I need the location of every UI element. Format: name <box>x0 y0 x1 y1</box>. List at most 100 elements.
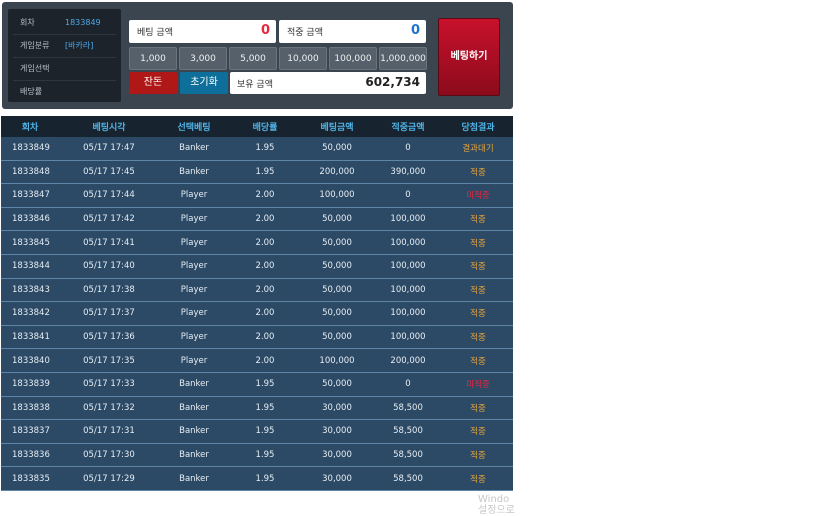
cell-selection: Player <box>180 261 208 272</box>
cell-result: 미적중 <box>466 191 490 202</box>
cell-selection: Player <box>180 237 208 248</box>
cell-odds: 2.00 <box>255 237 275 248</box>
cell-result: 적중 <box>470 427 486 438</box>
cell-odds: 1.95 <box>255 426 275 437</box>
header-odds: 배당률 <box>252 123 278 133</box>
cell-bet-amount: 50,000 <box>322 143 352 154</box>
cell-round: 1833839 <box>12 379 50 390</box>
place-bet-button[interactable]: 베팅하기 <box>438 18 500 96</box>
holding-amount-field: 보유 금액 602,734 <box>230 72 426 94</box>
watermark-line: Windo <box>478 494 510 505</box>
cell-bet-time: 05/17 17:45 <box>83 166 135 177</box>
cell-round: 1833836 <box>12 450 50 461</box>
cell-selection: Banker <box>179 402 209 413</box>
cell-win-amount: 58,500 <box>393 450 423 461</box>
cell-bet-amount: 50,000 <box>322 237 352 248</box>
cell-round: 1833844 <box>12 261 50 272</box>
table-row: 1833849 05/17 17:47 Banker 1.95 50,000 0 결과대기 <box>1 137 513 161</box>
cell-odds: 2.00 <box>255 355 275 366</box>
holding-amount-value: 602,734 <box>365 75 420 89</box>
cell-win-amount: 58,500 <box>393 402 423 413</box>
chip-1000000-button[interactable]: 1,000,000 <box>379 47 427 70</box>
cell-result: 적중 <box>470 474 486 485</box>
cell-odds: 2.00 <box>255 190 275 201</box>
betting-panel: 회차 1833849 게임분류 [바카라] 게임선택 배당률 베팅 금액 0 적… <box>2 2 513 109</box>
cell-selection: Player <box>180 355 208 366</box>
bet-amount-label: 베팅 금액 <box>137 28 173 38</box>
game-type-value: [바카라] <box>65 41 94 50</box>
table-row: 1833839 05/17 17:33 Banker 1.95 50,000 0 미적중 <box>1 372 513 397</box>
cell-odds: 2.00 <box>255 332 275 343</box>
cell-result: 적중 <box>470 309 486 320</box>
cell-bet-time: 05/17 17:47 <box>83 143 135 154</box>
info-row-game-select: 게임선택 <box>13 58 116 81</box>
cell-win-amount: 100,000 <box>390 214 426 225</box>
table-row: 1833835 05/17 17:29 Banker 1.95 30,000 58,500… <box>1 467 513 491</box>
cell-win-amount: 200,000 <box>390 355 426 366</box>
cell-bet-time: 05/17 17:38 <box>83 284 135 295</box>
cell-round: 1833837 <box>12 426 50 437</box>
bet-amount-field[interactable]: 베팅 금액 0 <box>129 20 276 43</box>
cell-round: 1833835 <box>12 473 50 484</box>
header-result: 당첨결과 <box>461 123 495 133</box>
cell-bet-amount: 30,000 <box>322 426 352 437</box>
table-row: 1833841 05/17 17:36 Player 2.00 50,000 100,00… <box>1 325 513 350</box>
cell-bet-time: 05/17 17:37 <box>83 308 135 319</box>
chip-5000-button[interactable]: 5,000 <box>229 47 277 70</box>
cell-win-amount: 100,000 <box>390 332 426 343</box>
cell-result: 적중 <box>470 215 486 226</box>
cell-result: 미적중 <box>466 380 490 391</box>
table-row: 1833842 05/17 17:37 Player 2.00 50,000 100,00… <box>1 302 513 326</box>
cell-bet-amount: 50,000 <box>322 284 352 295</box>
cell-win-amount: 58,500 <box>393 426 423 437</box>
cell-odds: 1.95 <box>255 450 275 461</box>
cell-odds: 1.95 <box>255 473 275 484</box>
cell-selection: Player <box>180 214 208 225</box>
cell-win-amount: 0 <box>405 379 411 390</box>
cell-round: 1833849 <box>12 143 50 154</box>
cell-bet-amount: 50,000 <box>322 332 352 343</box>
cell-result: 적중 <box>470 333 486 344</box>
chip-3000-button[interactable]: 3,000 <box>179 47 227 70</box>
cell-round: 1833846 <box>12 214 50 225</box>
table-row: 1833845 05/17 17:41 Player 2.00 50,000 100,00… <box>1 231 513 255</box>
windows-activation-watermark: Windo 설정으로 <box>478 494 515 516</box>
table-row: 1833836 05/17 17:30 Banker 1.95 30,000 58,500… <box>1 443 513 468</box>
table-row: 1833840 05/17 17:35 Player 2.00 100,000 200,0… <box>1 349 513 373</box>
cell-win-amount: 100,000 <box>390 308 426 319</box>
cell-bet-time: 05/17 17:42 <box>83 214 135 225</box>
cell-bet-amount: 50,000 <box>322 214 352 225</box>
chip-10000-button[interactable]: 10,000 <box>279 47 327 70</box>
table-row: 1833837 05/17 17:31 Banker 1.95 30,000 58,500… <box>1 420 513 444</box>
cell-result: 적중 <box>470 356 486 367</box>
cell-win-amount: 0 <box>405 190 411 201</box>
cell-selection: Banker <box>179 143 209 154</box>
info-row-round: 회차 1833849 <box>13 12 116 35</box>
reset-button[interactable]: 초기화 <box>180 72 228 94</box>
table-row: 1833846 05/17 17:42 Player 2.00 50,000 100,00… <box>1 207 513 232</box>
cell-bet-amount: 30,000 <box>322 450 352 461</box>
info-row-odds: 배당률 <box>13 81 116 103</box>
win-amount-value: 0 <box>410 23 420 38</box>
cell-selection: Player <box>180 190 208 201</box>
chip-1000-button[interactable]: 1,000 <box>129 47 177 70</box>
header-selection: 선택베팅 <box>177 123 211 133</box>
cell-odds: 2.00 <box>255 308 275 319</box>
cell-win-amount: 0 <box>405 143 411 154</box>
cell-selection: Banker <box>179 473 209 484</box>
cell-selection: Banker <box>179 450 209 461</box>
table-row: 1833848 05/17 17:45 Banker 1.95 200,000 390,0… <box>1 160 513 185</box>
holding-amount-label: 보유 금액 <box>237 80 273 90</box>
change-button[interactable]: 잔돈 <box>129 72 177 94</box>
cell-selection: Banker <box>179 379 209 390</box>
cell-odds: 2.00 <box>255 284 275 295</box>
table-row: 1833844 05/17 17:40 Player 2.00 50,000 100,00… <box>1 254 513 279</box>
cell-result: 적중 <box>470 403 486 414</box>
cell-bet-amount: 50,000 <box>322 379 352 390</box>
header-bet-amount: 베팅금액 <box>320 123 354 133</box>
win-amount-field: 적중 금액 0 <box>279 20 426 43</box>
cell-round: 1833842 <box>12 308 50 319</box>
cell-bet-amount: 200,000 <box>319 166 355 177</box>
cell-odds: 2.00 <box>255 261 275 272</box>
chip-100000-button[interactable]: 100,000 <box>329 47 377 70</box>
